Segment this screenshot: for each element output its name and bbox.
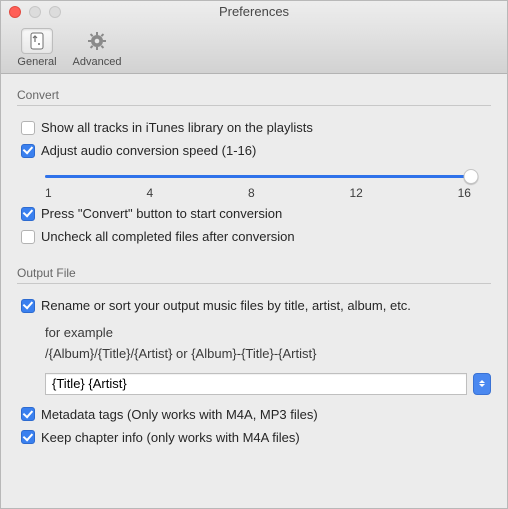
rename-example: for example /{Album}/{Title}/{Artist} or…: [45, 323, 491, 365]
row-adjust-speed: Adjust audio conversion speed (1-16): [17, 139, 491, 162]
row-press-convert: Press "Convert" button to start conversi…: [17, 202, 491, 225]
checkbox-adjust-speed[interactable]: [21, 144, 35, 158]
chevron-up-icon: [479, 380, 485, 383]
label-uncheck-completed: Uncheck all completed files after conver…: [41, 229, 295, 244]
label-show-all: Show all tracks in iTunes library on the…: [41, 120, 313, 135]
content: Convert Show all tracks in iTunes librar…: [1, 74, 507, 479]
label-adjust-speed: Adjust audio conversion speed (1-16): [41, 143, 256, 158]
tab-label: Advanced: [73, 56, 122, 68]
window-title: Preferences: [1, 4, 507, 19]
slider-track-wrap[interactable]: [45, 168, 471, 184]
toolbar: General Advanced: [1, 22, 507, 74]
row-chapter: Keep chapter info (only works with M4A f…: [17, 426, 491, 449]
checkbox-show-all[interactable]: [21, 121, 35, 135]
tab-general[interactable]: General: [9, 26, 65, 71]
label-press-convert: Press "Convert" button to start conversi…: [41, 206, 282, 221]
label-chapter: Keep chapter info (only works with M4A f…: [41, 430, 300, 445]
tick: 12: [349, 186, 362, 200]
slider-knob[interactable]: [464, 169, 479, 184]
tick: 8: [248, 186, 255, 200]
checkbox-press-convert[interactable]: [21, 207, 35, 221]
row-uncheck-completed: Uncheck all completed files after conver…: [17, 225, 491, 248]
row-rename: Rename or sort your output music files b…: [17, 294, 491, 317]
row-format-input: [45, 373, 491, 395]
checkbox-uncheck-completed[interactable]: [21, 230, 35, 244]
checkbox-metadata[interactable]: [21, 407, 35, 421]
tick: 1: [45, 186, 52, 200]
example-line-1: for example: [45, 323, 491, 344]
section-output: Output File Rename or sort your output m…: [17, 266, 491, 449]
tick: 4: [146, 186, 153, 200]
tab-label: General: [17, 56, 56, 68]
tab-advanced[interactable]: Advanced: [69, 26, 125, 71]
slider-fill: [45, 175, 471, 178]
format-dropdown-button[interactable]: [473, 373, 491, 395]
checkbox-chapter[interactable]: [21, 430, 35, 444]
row-metadata: Metadata tags (Only works with M4A, MP3 …: [17, 403, 491, 426]
section-title: Output File: [17, 266, 491, 284]
label-metadata: Metadata tags (Only works with M4A, MP3 …: [41, 407, 318, 422]
titlebar: Preferences: [1, 1, 507, 22]
checkbox-rename[interactable]: [21, 299, 35, 313]
general-icon: [21, 28, 53, 54]
slider-speed: 1 4 8 12 16: [45, 168, 471, 200]
gear-icon: [81, 28, 113, 54]
section-title: Convert: [17, 88, 491, 106]
format-input[interactable]: [45, 373, 467, 395]
chevron-down-icon: [479, 384, 485, 387]
row-show-all: Show all tracks in iTunes library on the…: [17, 116, 491, 139]
section-convert: Convert Show all tracks in iTunes librar…: [17, 88, 491, 248]
slider-ticks: 1 4 8 12 16: [45, 186, 471, 200]
label-rename: Rename or sort your output music files b…: [41, 298, 411, 313]
example-line-2: /{Album}/{Title}/{Artist} or {Album}-{Ti…: [45, 344, 491, 365]
tick: 16: [458, 186, 471, 200]
